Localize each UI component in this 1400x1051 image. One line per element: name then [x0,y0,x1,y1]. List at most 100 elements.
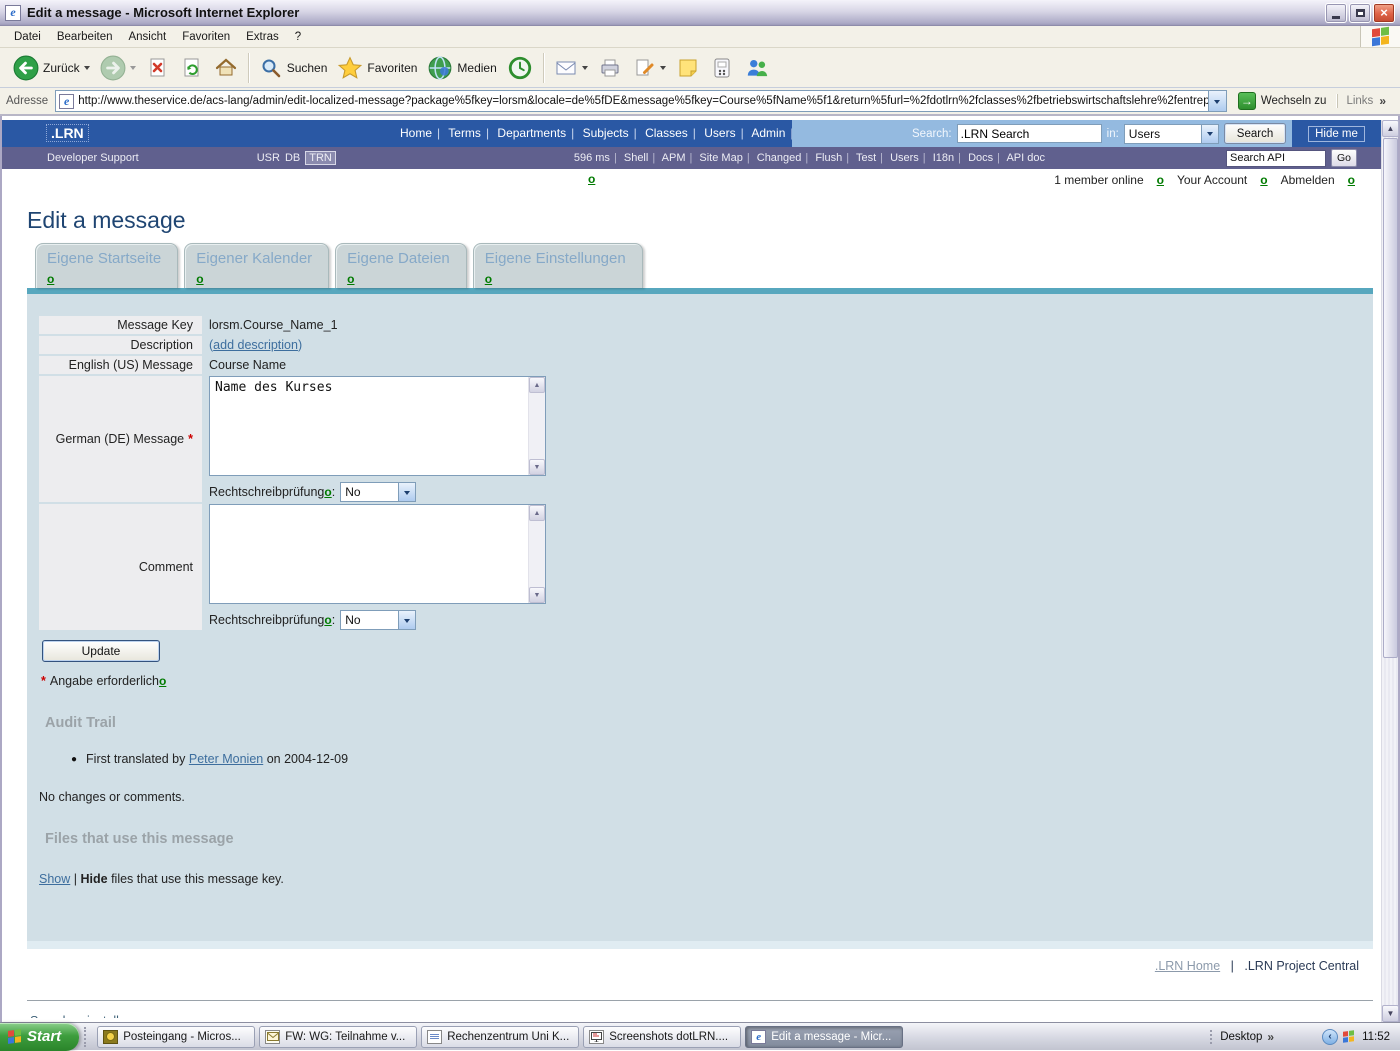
menu-hilfe[interactable]: ? [287,28,309,46]
dev-changed[interactable]: Changed [757,152,802,164]
messenger-button[interactable] [739,53,775,83]
api-search-input[interactable] [1226,150,1326,167]
print-button[interactable] [593,54,627,82]
favorites-button[interactable]: Favoriten [332,53,422,83]
lrn-project-central-link[interactable]: .LRN Project Central [1244,959,1359,973]
translate-marker[interactable]: o [47,272,161,286]
translate-marker[interactable]: o [347,272,450,286]
search-submit-button[interactable]: Search [1224,123,1286,144]
show-files-link[interactable]: Show [39,872,70,886]
scroll-up-icon[interactable]: ▲ [529,377,545,393]
api-go-button[interactable]: Go [1331,149,1357,167]
menu-datei[interactable]: Datei [6,28,49,46]
menu-bearbeiten[interactable]: Bearbeiten [49,28,121,46]
dev-users[interactable]: Users [890,152,919,164]
dev-site-map[interactable]: Site Map [699,152,742,164]
scroll-down-icon[interactable]: ▼ [529,459,545,475]
translate-marker[interactable]: o [324,485,331,499]
links-toolbar[interactable]: Links » [1337,94,1394,108]
minimize-button[interactable] [1325,3,1347,23]
translate-marker[interactable]: o [1348,173,1355,187]
taskbar-task-fw-wg-teilnahme[interactable]: FW: WG: Teilnahme v... [259,1026,417,1048]
add-description-link[interactable]: add description [213,338,298,352]
history-button[interactable] [502,53,538,83]
your-account-link[interactable]: Your Account [1177,173,1247,187]
tray-collapse-button[interactable]: ‹ [1322,1029,1338,1045]
set-language-link[interactable]: Sprache einstellen [30,1014,133,1018]
dev-docs[interactable]: Docs [968,152,993,164]
translate-marker[interactable]: o [159,674,166,688]
stop-button[interactable] [141,54,175,82]
textarea-scrollbar[interactable]: ▲ ▼ [528,377,545,475]
edit-button[interactable] [627,54,671,82]
scroll-down-icon[interactable]: ▼ [529,587,545,603]
hide-me-link[interactable]: Hide me [1308,126,1365,142]
spellcheck-select-comment[interactable]: No [340,610,416,630]
update-button[interactable]: Update [42,640,160,662]
quick-launch-handle[interactable] [84,1027,90,1047]
nav-users[interactable]: Users [704,126,735,140]
sticky-note-button[interactable] [671,54,705,82]
dev-flush[interactable]: Flush [815,152,842,164]
dev-i18n[interactable]: I18n [933,152,954,164]
search-button-ie[interactable]: Suchen [254,54,333,82]
refresh-button[interactable] [175,54,209,82]
translate-marker[interactable]: o [1157,173,1164,187]
textarea-scrollbar[interactable]: ▲ ▼ [528,505,545,603]
scroll-down-icon[interactable]: ▼ [1382,1005,1399,1022]
translate-marker[interactable]: o [588,172,595,186]
translator-link[interactable]: Peter Monien [189,752,263,766]
nav-classes[interactable]: Classes [645,126,688,140]
taskbar-task-edit-a-message[interactable]: e Edit a message - Micr... [745,1026,903,1048]
close-button[interactable]: × [1373,3,1395,23]
flag-db[interactable]: DB [285,152,300,164]
dialpad-button[interactable] [705,54,739,82]
translate-marker[interactable]: o [324,613,331,627]
menu-extras[interactable]: Extras [238,28,287,46]
menu-favoriten[interactable]: Favoriten [174,28,238,46]
media-button[interactable]: Medien [422,53,501,83]
restore-button[interactable] [1349,3,1371,23]
search-scope-select[interactable]: Users [1124,124,1219,144]
chevron-down-icon[interactable] [1201,125,1218,143]
tray-windows-icon[interactable] [1343,1030,1354,1043]
taskbar-task-posteingang[interactable]: Posteingang - Micros... [97,1026,255,1048]
taskbar-task-rechenzentrum[interactable]: Rechenzentrum Uni K... [421,1026,579,1048]
tab-eigene-dateien[interactable]: Eigene Dateien o [335,243,467,288]
lrn-logo[interactable]: .LRN [46,124,89,142]
dev-test[interactable]: Test [856,152,876,164]
mail-button[interactable] [549,54,593,82]
forward-button[interactable] [95,53,141,83]
url-text[interactable]: http://www.theservice.de/acs-lang/admin/… [78,95,1208,107]
menu-ansicht[interactable]: Ansicht [120,28,174,46]
scroll-up-icon[interactable]: ▲ [529,505,545,521]
tab-eigener-kalender[interactable]: Eigener Kalender o [184,243,329,288]
lrn-home-link[interactable]: .LRN Home [1155,959,1220,973]
taskbar-task-screenshots[interactable]: Screenshots dotLRN.... [583,1026,741,1048]
home-button[interactable] [209,54,243,82]
dev-api-doc[interactable]: API doc [1006,152,1045,164]
address-dropdown-button[interactable] [1208,91,1226,111]
scroll-up-icon[interactable]: ▲ [1382,120,1399,137]
lrn-search-input[interactable] [957,124,1102,143]
chevron-down-icon[interactable] [398,611,415,629]
german-message-textarea[interactable]: Name des Kurses [210,377,528,475]
dev-shell[interactable]: Shell [624,152,648,164]
desktop-toolbar[interactable]: Desktop » [1210,1030,1274,1044]
tab-eigene-startseite[interactable]: Eigene Startseite o [35,243,178,288]
nav-home[interactable]: Home [400,126,432,140]
translate-marker[interactable]: o [133,1014,140,1018]
flag-usr[interactable]: USR [257,152,280,164]
translate-marker[interactable]: o [1260,173,1267,187]
nav-subjects[interactable]: Subjects [583,126,629,140]
chevron-down-icon[interactable] [398,483,415,501]
dev-apm[interactable]: APM [662,152,686,164]
translate-marker[interactable]: o [196,272,312,286]
tab-eigene-einstellungen[interactable]: Eigene Einstellungen o [473,243,643,288]
flag-trn[interactable]: TRN [305,151,336,165]
vertical-scrollbar[interactable]: ▲ ▼ [1381,120,1398,1022]
scrollbar-thumb[interactable] [1383,138,1398,658]
go-button[interactable]: → Wechseln zu [1234,92,1331,110]
nav-departments[interactable]: Departments [497,126,566,140]
logout-link[interactable]: Abmelden [1281,173,1335,187]
